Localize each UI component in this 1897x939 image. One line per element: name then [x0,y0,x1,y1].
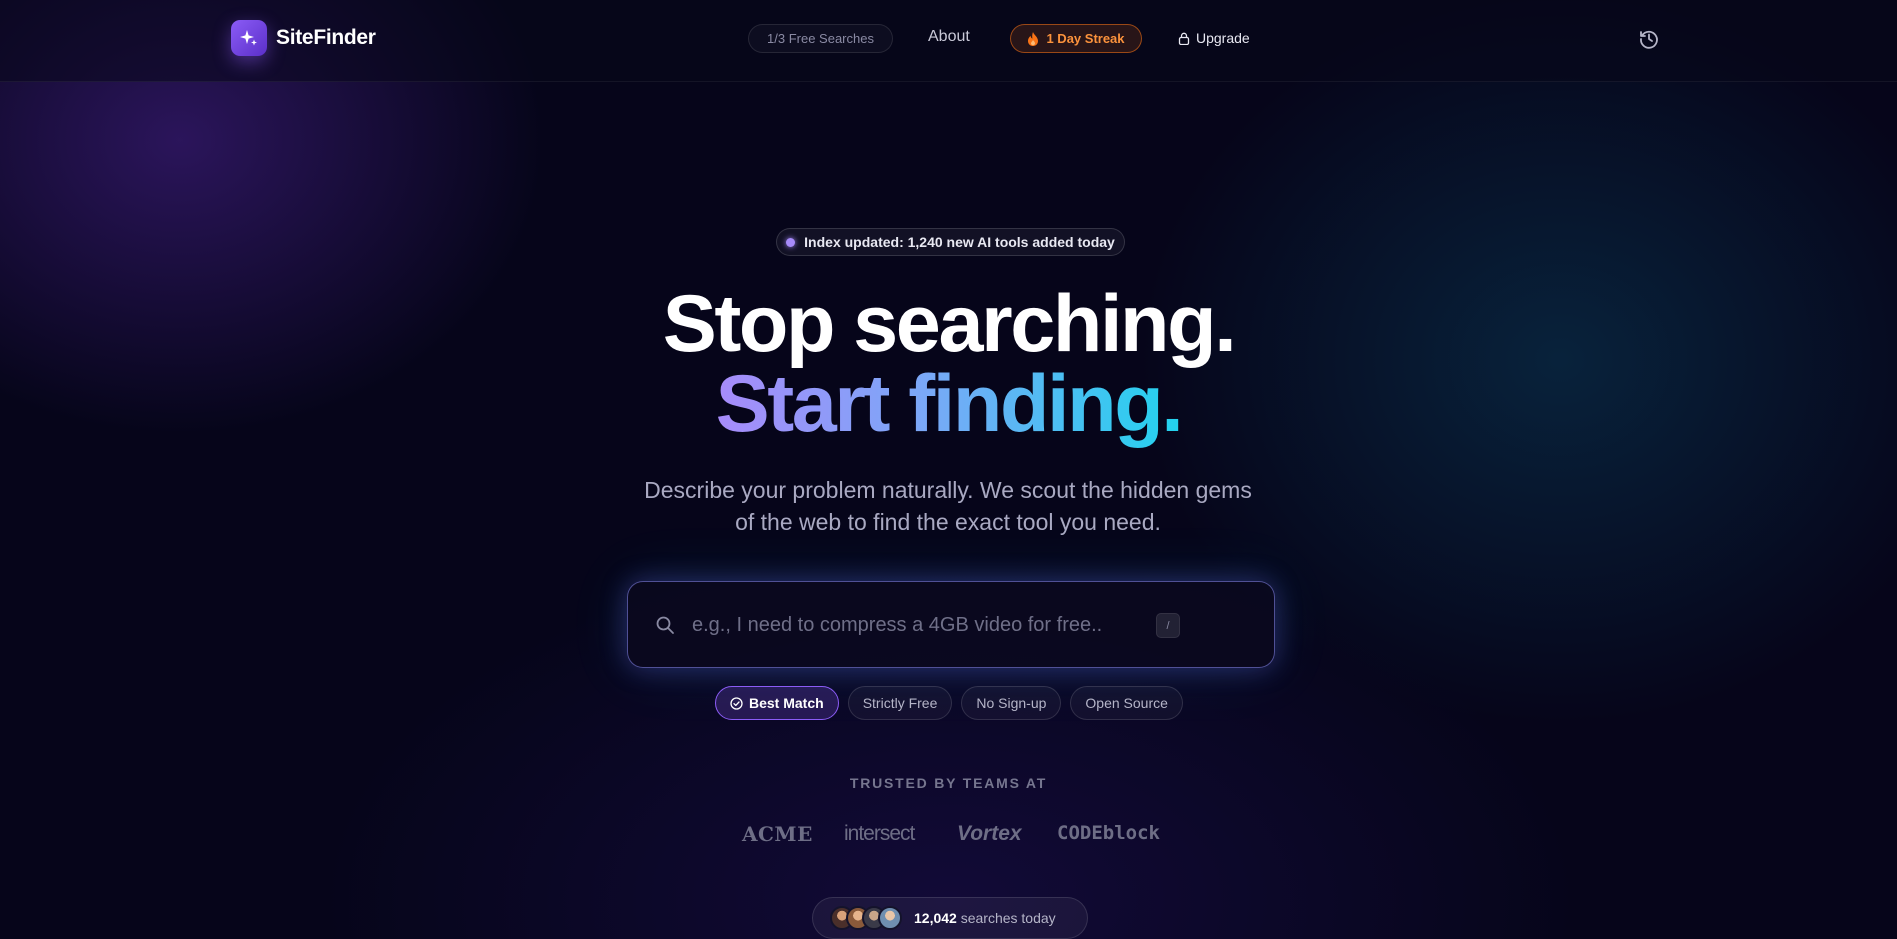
filter-chips: Best Match Strictly Free No Sign-up Open… [715,686,1183,720]
lock-icon [1178,32,1190,45]
keyboard-shortcut-hint: / [1156,613,1180,638]
history-button[interactable] [1638,28,1660,50]
index-update-badge: Index updated: 1,240 new AI tools added … [776,228,1125,256]
sparkle-icon [231,20,267,56]
streak-label: 1 Day Streak [1046,31,1125,46]
upgrade-label: Upgrade [1196,30,1250,46]
filter-strictly-free[interactable]: Strictly Free [847,686,953,720]
upgrade-button[interactable]: Upgrade [1178,30,1250,46]
brand-logo-vortex: Vortex [957,822,1022,845]
searches-label: searches today [960,910,1056,926]
brand-name: SiteFinder [276,26,376,49]
status-dot [786,237,796,247]
trusted-heading: TRUSTED BY TEAMS AT [849,775,1048,791]
check-circle-icon [730,696,743,710]
searches-count: 12,042 [914,910,957,926]
hero-title: Stop searching. [662,279,1237,369]
brand-logo[interactable]: SiteFinder [231,20,376,56]
avatar [878,906,902,930]
social-proof-pill: 12,042 searches today [812,897,1088,939]
brand-logo-codeblock: CODEblock [1057,822,1160,844]
free-searches-counter: 1/3 Free Searches [748,24,893,53]
hero-subtitle-line2: of the web to find the exact tool you ne… [735,509,1161,535]
flame-icon [1028,31,1039,46]
hero-title-gradient-row: Start finding. [0,358,1897,450]
landing-page: SiteFinder 1/3 Free Searches About 1 Day… [0,0,1897,939]
about-link[interactable]: About [928,28,970,46]
top-nav: SiteFinder 1/3 Free Searches About 1 Day… [0,0,1897,82]
brand-logo-intersect: intersect [844,822,915,845]
filter-open-source[interactable]: Open Source [1070,686,1183,720]
searches-today: 12,042 searches today [914,910,1056,926]
search-input[interactable] [692,606,1152,644]
filter-best-match[interactable]: Best Match [715,686,839,720]
filter-label: Best Match [749,695,824,711]
avatar-stack [830,906,902,930]
search-icon [656,616,674,634]
index-update-text: Index updated: 1,240 new AI tools added … [804,234,1115,250]
hero-title-gradient: Start finding. [715,359,1184,449]
streak-badge[interactable]: 1 Day Streak [1010,24,1142,53]
hero-subtitle: Describe your problem naturally. We scou… [598,474,1298,538]
hero-subtitle-line1: Describe your problem naturally. We scou… [644,477,1252,503]
brand-logo-acme: ACME [742,822,813,846]
search-box[interactable]: / [627,581,1275,668]
history-icon [1640,30,1658,49]
filter-no-signup[interactable]: No Sign-up [961,686,1062,720]
